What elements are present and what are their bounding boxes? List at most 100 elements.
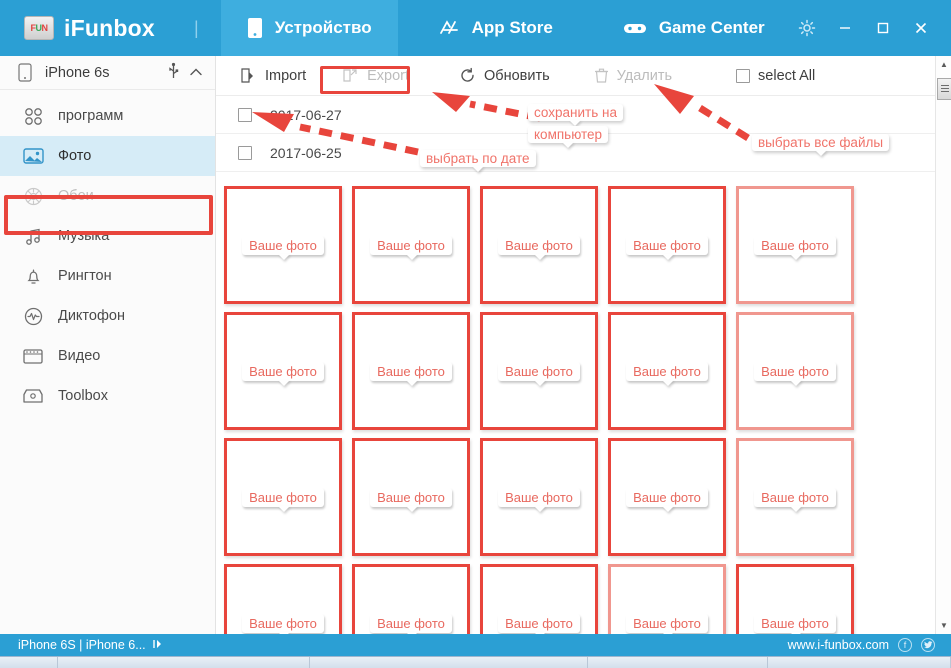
vertical-scrollbar[interactable]: ▲ ▼ [935, 56, 951, 634]
taskbar-item[interactable] [768, 657, 951, 668]
photo-placeholder-label: Ваше фото [498, 361, 580, 381]
photo-placeholder-label: Ваше фото [626, 235, 708, 255]
photo-cell[interactable]: Ваше фото [480, 312, 598, 430]
status-expand-icon[interactable] [152, 638, 164, 652]
maximize-button[interactable] [873, 18, 893, 38]
ifunbox-logo-icon: FUN [24, 16, 54, 40]
photo-placeholder-label: Ваше фото [498, 487, 580, 507]
sidebar-item-video[interactable]: Видео [0, 336, 215, 376]
photo-cell[interactable]: Ваше фото [480, 186, 598, 304]
sidebar-item-ringtone[interactable]: Рингтон [0, 256, 215, 296]
date-label: 2017-06-25 [270, 144, 342, 161]
photo-placeholder-label: Ваше фото [370, 361, 452, 381]
gear-icon[interactable] [797, 18, 817, 38]
select-all-button[interactable]: select All [726, 63, 825, 89]
sidebar-item-voice-recorder[interactable]: Диктофон [0, 296, 215, 336]
photo-cell[interactable]: Ваше фото [352, 438, 470, 556]
phone-icon [14, 62, 36, 84]
photo-cell[interactable]: Ваше фото [224, 438, 342, 556]
photo-placeholder-label: Ваше фото [626, 613, 708, 633]
photo-cell[interactable]: Ваше фото [352, 186, 470, 304]
export-button[interactable]: Export [332, 62, 419, 89]
chevron-up-icon[interactable] [189, 64, 203, 82]
date-group-row[interactable]: 2017-06-27 [216, 96, 935, 134]
facebook-icon[interactable]: f [898, 638, 912, 652]
photo-placeholder-label: Ваше фото [754, 361, 836, 381]
date-label: 2017-06-27 [270, 106, 342, 123]
photo-placeholder-label: Ваше фото [754, 487, 836, 507]
device-icon [247, 17, 263, 39]
photo-placeholder-label: Ваше фото [626, 361, 708, 381]
photo-placeholder-label: Ваше фото [370, 613, 452, 633]
brand-name: iFunbox [64, 14, 155, 41]
delete-label: Удалить [616, 67, 673, 84]
refresh-button[interactable]: Обновить [449, 62, 560, 89]
content-toolbar: Import Export Обновить Удалить select Al… [216, 56, 935, 96]
sidebar-item-toolbox[interactable]: Toolbox [0, 376, 215, 416]
sidebar-item-toolbox-label: Toolbox [58, 388, 108, 404]
tab-app-store[interactable]: App Store [412, 0, 579, 56]
device-selector[interactable]: iPhone 6s [0, 56, 215, 90]
status-bar: iPhone 6S | iPhone 6... www.i-funbox.com… [0, 634, 951, 656]
photo-cell[interactable]: Ваше фото [480, 438, 598, 556]
close-button[interactable] [911, 18, 931, 38]
sidebar: iPhone 6s программ Фото Обои Музыка Ринг… [0, 56, 216, 634]
date-checkbox[interactable] [238, 107, 252, 122]
tab-app-store-label: App Store [471, 18, 553, 37]
photo-cell[interactable]: Ваше фото [224, 312, 342, 430]
trash-icon [594, 67, 609, 84]
select-all-checkbox[interactable] [736, 68, 751, 83]
scroll-up-arrow[interactable]: ▲ [936, 56, 951, 73]
scrollbar-thumb[interactable] [937, 78, 951, 100]
sidebar-item-wallpaper[interactable]: Обои [0, 176, 215, 216]
apps-grid-icon [22, 105, 44, 127]
photo-placeholder-label: Ваше фото [370, 487, 452, 507]
import-button[interactable]: Import [230, 62, 316, 89]
taskbar-item[interactable] [588, 657, 768, 668]
photo-cell[interactable]: Ваше фото [736, 312, 854, 430]
device-name: iPhone 6s [45, 64, 110, 81]
sidebar-item-music[interactable]: Музыка [0, 216, 215, 256]
photo-cell[interactable]: Ваше фото [352, 312, 470, 430]
photo-placeholder-label: Ваше фото [370, 235, 452, 255]
photo-cell[interactable]: Ваше фото [224, 186, 342, 304]
os-taskbar [0, 656, 951, 668]
sidebar-item-voice-recorder-label: Диктофон [58, 308, 125, 324]
sidebar-item-wallpaper-label: Обои [58, 188, 94, 204]
status-right: www.i-funbox.com f [788, 638, 951, 652]
tab-device[interactable]: Устройство [220, 0, 398, 56]
refresh-icon [459, 67, 476, 84]
toolbox-icon [22, 385, 44, 407]
photo-placeholder-label: Ваше фото [498, 613, 580, 633]
photo-placeholder-label: Ваше фото [242, 361, 324, 381]
photo-placeholder-label: Ваше фото [754, 613, 836, 633]
sidebar-item-programs[interactable]: программ [0, 96, 215, 136]
photo-cell[interactable]: Ваше фото [608, 186, 726, 304]
import-icon [240, 67, 257, 84]
status-device[interactable]: iPhone 6S | iPhone 6... [0, 638, 164, 652]
minimize-button[interactable] [835, 18, 855, 38]
taskbar-item[interactable] [310, 657, 588, 668]
sidebar-item-photo[interactable]: Фото [0, 136, 215, 176]
photo-cell[interactable]: Ваше фото [608, 438, 726, 556]
photo-cell[interactable]: Ваше фото [736, 438, 854, 556]
photo-cell[interactable]: Ваше фото [736, 186, 854, 304]
photo-placeholder-label: Ваше фото [626, 487, 708, 507]
twitter-icon[interactable] [921, 638, 935, 652]
wallpaper-icon [22, 185, 44, 207]
tab-game-center[interactable]: Game Center [597, 0, 791, 56]
sidebar-item-music-label: Музыка [58, 228, 110, 244]
delete-button[interactable]: Удалить [584, 62, 682, 89]
sidebar-nav: программ Фото Обои Музыка Рингтон Диктоф… [0, 90, 215, 416]
scroll-down-arrow[interactable]: ▼ [936, 617, 951, 634]
date-checkbox[interactable] [238, 145, 252, 160]
taskbar-start[interactable] [0, 657, 58, 668]
appstore-icon [438, 18, 460, 38]
taskbar-item[interactable] [58, 657, 310, 668]
music-icon [22, 225, 44, 247]
photo-placeholder-label: Ваше фото [754, 235, 836, 255]
photo-cell[interactable]: Ваше фото [608, 312, 726, 430]
date-group-row[interactable]: 2017-06-25 [216, 134, 935, 172]
status-website[interactable]: www.i-funbox.com [788, 638, 889, 652]
brand: FUN iFunbox [0, 0, 180, 56]
